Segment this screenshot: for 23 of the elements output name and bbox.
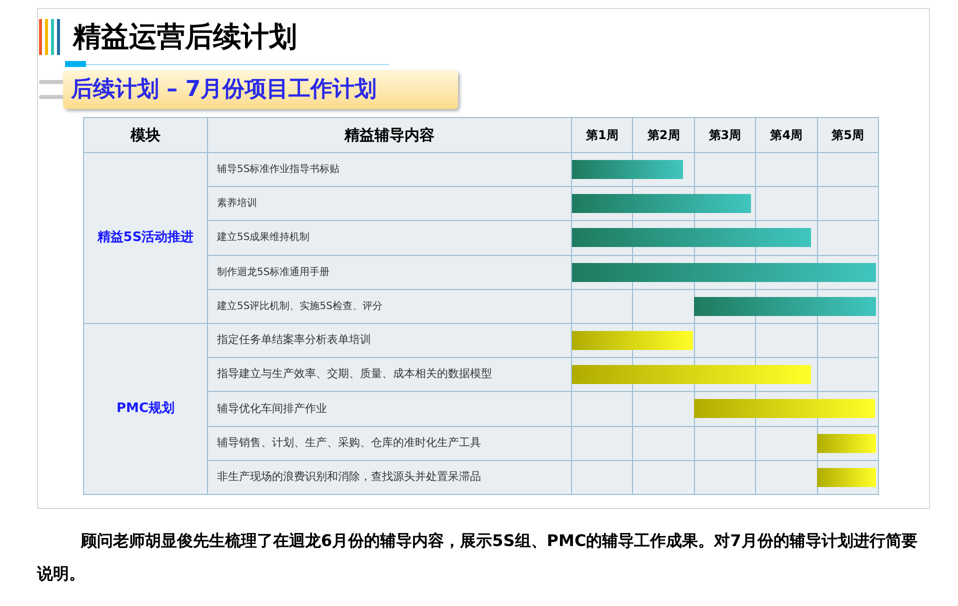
task-cell: 辅导销售、计划、生产、采购、仓库的准时化生产工具 (208, 426, 572, 460)
column-header: 第5周 (817, 118, 878, 152)
column-header: 精益辅导内容 (208, 118, 572, 152)
column-header: 第2周 (632, 118, 694, 152)
module-cell: PMC规划 (84, 323, 208, 494)
task-cell: 辅导5S标准作业指导书标贴 (208, 152, 572, 187)
task-cell: 建立5S成果维持机制 (208, 220, 572, 256)
column-header: 模块 (84, 118, 208, 152)
task-cell: 素养培训 (208, 186, 572, 221)
page-title: 精益运营后续计划 (73, 23, 297, 51)
module-cell: 精益5S活动推进 (84, 152, 208, 324)
subtitle-banner: 后续计划 – 7月份项目工作计划 (63, 70, 458, 109)
column-header: 第3周 (694, 118, 756, 152)
task-cell: 制作迴龙5S标准通用手册 (208, 255, 572, 290)
column-header: 第4周 (756, 118, 818, 152)
task-cell: 指导建立与生产效率、交期、质量、成本相关的数据模型 (208, 358, 572, 392)
task-cell: 非生产现场的浪费识别和消除，查找源头并处置呆滞品 (208, 460, 572, 494)
column-header: 第1周 (572, 118, 633, 152)
task-cell: 辅导优化车间排产作业 (208, 392, 572, 426)
color-stripes-icon (39, 17, 61, 57)
description-paragraph: 顾问老师胡显俊先生梳理了在迴龙6月份的辅导内容，展示5S组、PMC的辅导工作成果。对7月份的辅导计划进行简要说明。 (37, 530, 918, 585)
task-cell: 指定任务单结案率分析表单培训 (208, 323, 572, 358)
task-cell: 建立5S评比机制、实施5S检查、评分 (208, 289, 572, 324)
